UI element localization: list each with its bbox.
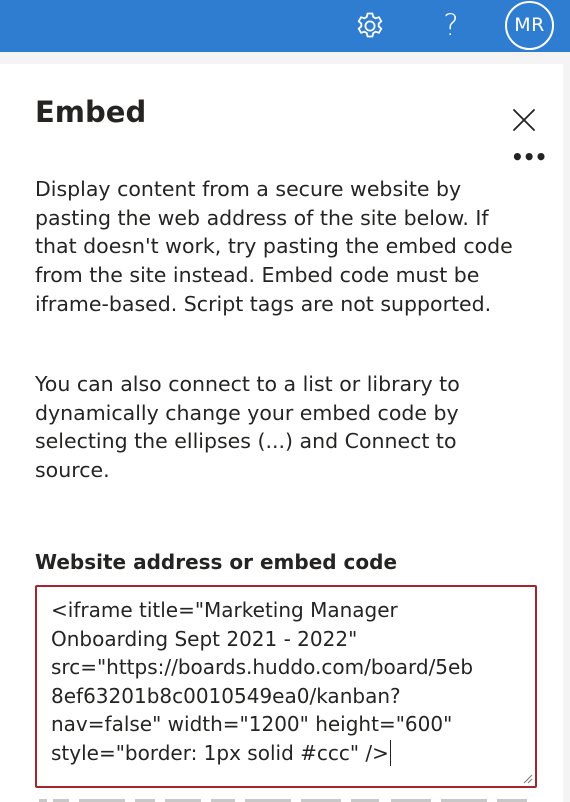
embed-code-text: <iframe title="Marketing Manager Onboard… [51,598,474,765]
top-bar: ? MR [0,0,570,52]
clipped-next-line [35,790,537,802]
text-caret [389,739,391,766]
embed-property-pane: Embed ••• Display content from a secure … [0,64,563,802]
embed-code-textarea[interactable]: <iframe title="Marketing Manager Onboard… [35,585,537,788]
embed-field-label: Website address or embed code [35,550,398,574]
embed-code-value: <iframe title="Marketing Manager Onboard… [51,596,531,767]
more-icon[interactable]: ••• [511,147,547,167]
pane-title: Embed [35,95,147,129]
help-icon[interactable]: ? [436,7,466,43]
connect-description-text: You can also connect to a list or librar… [35,372,460,483]
avatar[interactable]: MR [505,1,554,50]
resize-grip-icon[interactable] [521,772,533,784]
scroll-edge [563,52,570,802]
description-text: Display content from a secure website by… [35,177,513,316]
gear-icon[interactable] [355,11,385,41]
close-icon[interactable] [510,106,538,134]
